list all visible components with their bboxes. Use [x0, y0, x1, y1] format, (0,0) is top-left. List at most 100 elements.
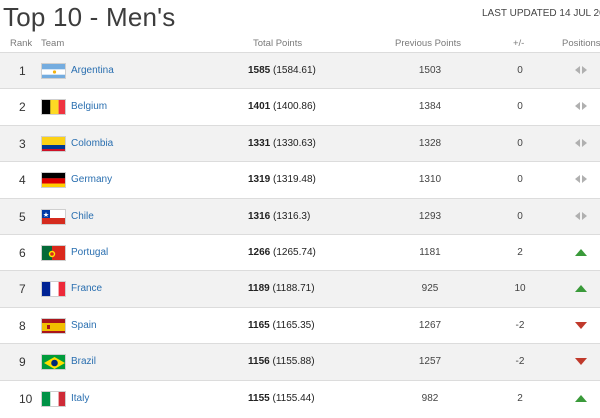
- total-points-cell: 1585 (1584.61): [248, 65, 316, 76]
- total-points-cell: 1165 (1165.35): [248, 320, 315, 331]
- table-row: 8 Spain 1165 (1165.35) 1267 -2: [0, 306, 600, 343]
- spain-flag-icon: [41, 317, 66, 334]
- total-points-value: 1266: [248, 246, 271, 258]
- rank-cell: 6: [19, 245, 26, 260]
- total-points-exact: (1265.74): [273, 246, 316, 258]
- total-points-cell: 1331 (1330.63): [248, 138, 316, 149]
- previous-points-cell: 1503: [418, 65, 442, 76]
- table-row: 6 Portugal 1266 (1265.74) 1181 2: [0, 233, 600, 270]
- rank-cell: 4: [19, 173, 26, 188]
- rank-cell: 9: [19, 355, 26, 370]
- points-diff-cell: 0: [517, 210, 523, 222]
- rank-cell: 3: [19, 136, 26, 151]
- rank-cell: 1: [19, 64, 26, 78]
- team-link[interactable]: Chile: [71, 211, 94, 222]
- total-points-exact: (1188.71): [272, 283, 315, 295]
- table-row: 9 Brazil 1156 (1155.88) 1257 -2: [0, 343, 600, 380]
- rank-cell: 5: [19, 209, 26, 224]
- column-header-diff: +/-: [513, 38, 525, 49]
- points-diff-cell: 0: [517, 174, 523, 186]
- table-row: 3 Colombia 1331 (1330.63) 1328 0: [0, 124, 600, 162]
- portugal-flag-icon: [41, 244, 66, 261]
- total-points-exact: (1155.88): [272, 356, 315, 368]
- total-points-exact: (1319.48): [273, 174, 316, 186]
- previous-points-cell: 1181: [419, 246, 441, 258]
- team-link[interactable]: Belgium: [71, 101, 107, 112]
- germany-flag-icon: [41, 172, 66, 189]
- total-points-value: 1155: [248, 392, 270, 404]
- team-link[interactable]: Argentina: [71, 65, 114, 76]
- left-right-arrows-icon: [574, 210, 588, 222]
- previous-points-cell: 1267: [418, 319, 442, 331]
- rankings-table: 1 Argentina 1585 (1584.61) 1503 0 2 Belgium 140…: [0, 52, 600, 416]
- total-points-cell: 1316 (1316.3): [248, 211, 310, 222]
- table-row: 2 Belgium 1401 (1400.86) 1384 0: [0, 88, 600, 124]
- team-link[interactable]: Colombia: [71, 138, 113, 149]
- total-points-cell: 1189 (1188.71): [248, 283, 315, 294]
- previous-points-cell: 1257: [418, 356, 442, 368]
- italy-flag-icon: [41, 390, 66, 407]
- table-row: 7 France 1189 (1188.71) 925 10: [0, 270, 600, 307]
- left-right-arrows-icon: [574, 64, 588, 76]
- team-link[interactable]: Spain: [71, 320, 97, 331]
- table-row: 1 Argentina 1585 (1584.61) 1503 0: [0, 52, 600, 89]
- team-link[interactable]: Brazil: [71, 356, 96, 367]
- total-points-value: 1156: [248, 356, 270, 368]
- total-points-value: 1319: [248, 174, 271, 186]
- points-diff-cell: -2: [515, 356, 525, 368]
- total-points-exact: (1165.35): [272, 319, 315, 331]
- page-title: Top 10 - Men's: [3, 2, 176, 32]
- points-diff-cell: 2: [517, 246, 523, 258]
- total-points-exact: (1584.61): [273, 65, 316, 76]
- points-diff-cell: 2: [517, 392, 523, 404]
- table-header: Rank Team Total Points Previous Points +…: [0, 38, 600, 52]
- table-row: 5 Chile 1316 (1316.3) 1293 0: [0, 197, 600, 234]
- down-triangle-icon: [574, 355, 588, 367]
- total-points-value: 1316: [248, 210, 271, 222]
- team-link[interactable]: Portugal: [71, 247, 108, 258]
- total-points-value: 1331: [248, 137, 271, 149]
- total-points-cell: 1156 (1155.88): [248, 356, 315, 367]
- total-points-value: 1189: [248, 283, 270, 295]
- team-link[interactable]: Italy: [71, 393, 89, 404]
- previous-points-cell: 925: [421, 283, 439, 295]
- previous-points-cell: 982: [421, 392, 439, 404]
- points-diff-cell: 0: [517, 65, 523, 76]
- chile-flag-icon: [41, 208, 66, 225]
- brazil-flag-icon: [41, 354, 66, 371]
- down-triangle-icon: [574, 319, 588, 331]
- total-points-cell: 1319 (1319.48): [248, 174, 316, 185]
- previous-points-cell: 1293: [418, 210, 442, 222]
- total-points-exact: (1330.63): [273, 137, 316, 149]
- column-header-previous-points: Previous Points: [395, 38, 462, 49]
- rank-cell: 10: [19, 391, 33, 406]
- team-link[interactable]: France: [71, 283, 102, 294]
- left-right-arrows-icon: [574, 137, 588, 149]
- colombia-flag-icon: [41, 135, 66, 152]
- column-header-team: Team: [41, 38, 65, 49]
- left-right-arrows-icon: [574, 100, 588, 112]
- column-header-rank: Rank: [10, 38, 33, 49]
- points-diff-cell: 0: [517, 137, 523, 149]
- table-row: 4 Germany 1319 (1319.48) 1310 0: [0, 161, 600, 197]
- points-diff-cell: 10: [514, 283, 526, 295]
- previous-points-cell: 1310: [418, 174, 442, 186]
- up-triangle-icon: [574, 246, 588, 258]
- previous-points-cell: 1328: [418, 137, 442, 149]
- total-points-value: 1585: [248, 65, 271, 76]
- total-points-exact: (1155.44): [272, 392, 315, 404]
- rank-cell: 7: [19, 282, 26, 297]
- table-row: 10 Italy 1155 (1155.44) 982 2: [0, 379, 600, 416]
- rank-cell: 2: [19, 100, 26, 115]
- last-updated-label: LAST UPDATED 14 JUL 2016 A: [482, 8, 600, 19]
- points-diff-cell: -2: [515, 319, 525, 331]
- argentina-flag-icon: [41, 63, 66, 79]
- total-points-value: 1401: [248, 101, 271, 113]
- rank-cell: 8: [19, 318, 26, 333]
- points-diff-cell: 0: [517, 101, 523, 113]
- total-points-cell: 1266 (1265.74): [248, 247, 316, 258]
- team-link[interactable]: Germany: [71, 174, 112, 185]
- up-triangle-icon: [574, 392, 588, 404]
- left-right-arrows-icon: [574, 173, 588, 185]
- total-points-exact: (1316.3): [273, 210, 311, 222]
